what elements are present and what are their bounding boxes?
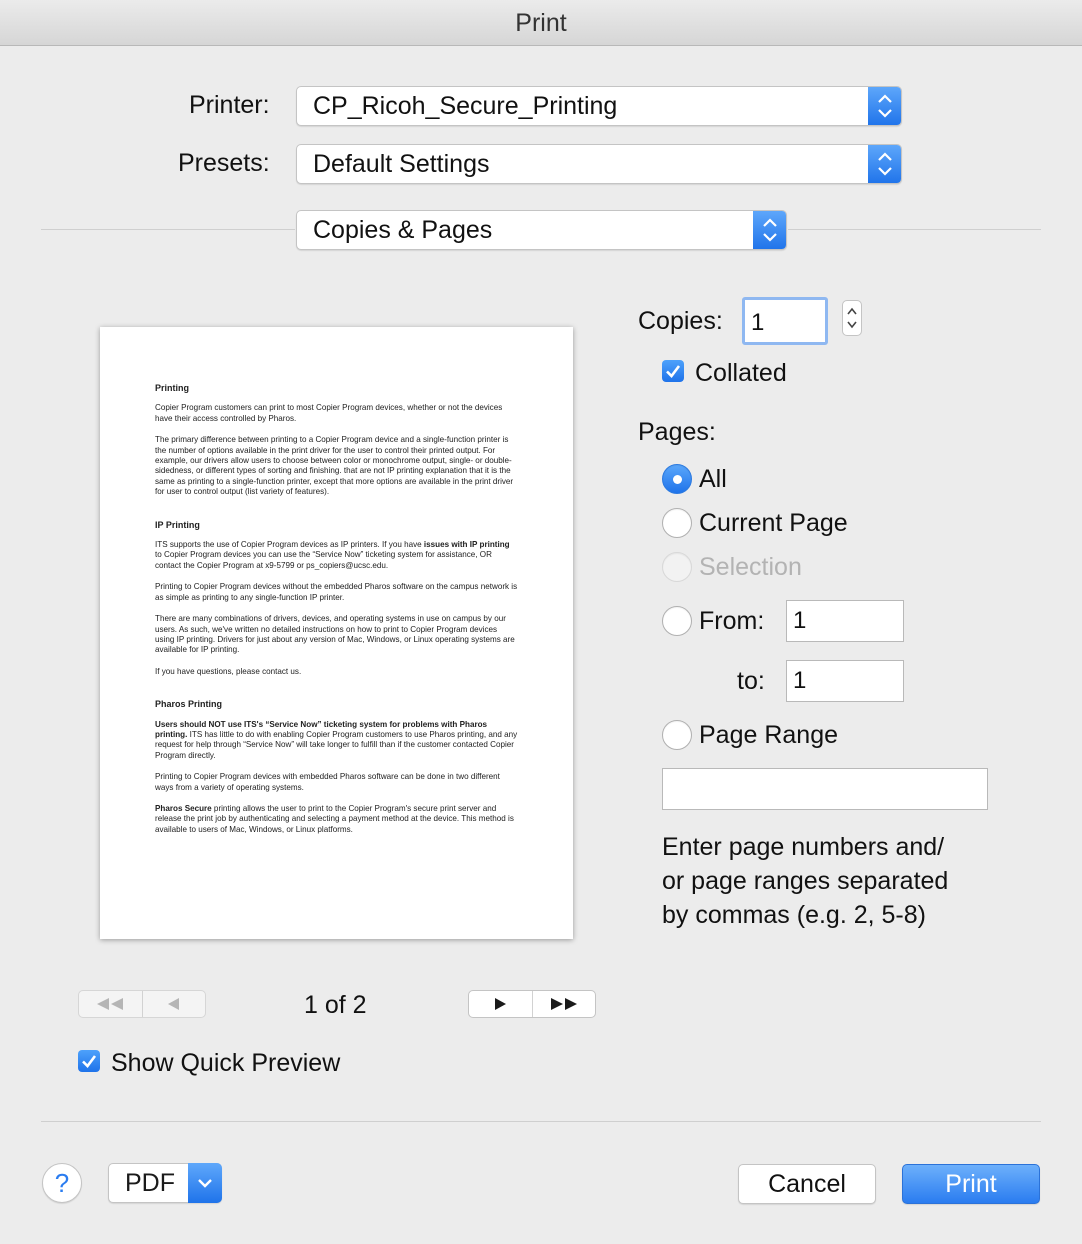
printer-label: Printer: (189, 91, 270, 119)
previous-page-icon (141, 991, 206, 1017)
help-icon: ? (54, 1168, 70, 1198)
separator (41, 1121, 1041, 1122)
show-quick-preview-label: Show Quick Preview (111, 1049, 341, 1077)
pages-from-radio[interactable] (662, 606, 692, 636)
page-range-hint: Enter page numbers and/ or page ranges s… (662, 830, 948, 932)
pages-label: Pages: (638, 418, 716, 446)
doc-paragraph: Users should NOT use ITS's “Service Now”… (155, 719, 518, 760)
pages-all-radio[interactable] (662, 464, 692, 494)
doc-heading: Pharos Printing (155, 699, 223, 710)
presets-popup[interactable]: Default Settings (296, 144, 902, 184)
pages-to-label: to: (737, 667, 765, 695)
pages-to-field[interactable]: 1 (786, 660, 904, 702)
collated-checkbox[interactable] (662, 360, 684, 382)
printer-value: CP_Ricoh_Secure_Printing (313, 92, 618, 120)
copies-stepper[interactable] (842, 300, 862, 336)
show-quick-preview-checkbox[interactable] (78, 1050, 100, 1072)
stepper-arrows-icon (753, 211, 786, 249)
pages-page-range-radio[interactable] (662, 720, 692, 750)
separator (41, 229, 295, 230)
doc-paragraph: Copier Program customers can print to mo… (155, 403, 503, 423)
collated-label: Collated (695, 359, 787, 387)
last-page-icon[interactable] (531, 991, 596, 1017)
separator (788, 229, 1041, 230)
doc-paragraph: There are many combinations of drivers, … (155, 614, 515, 655)
doc-paragraph: Pharos Secure printing allows the user t… (155, 803, 514, 834)
presets-value: Default Settings (313, 150, 490, 178)
chevron-down-icon (188, 1163, 222, 1203)
hint-line: Enter page numbers and/ (662, 833, 945, 861)
pages-from-field[interactable]: 1 (786, 600, 904, 642)
pages-page-range-label: Page Range (699, 721, 839, 749)
pages-selection-label: Selection (699, 553, 802, 581)
doc-paragraph: Printing to Copier Program devices with … (155, 772, 500, 792)
copies-field[interactable]: 1 (742, 297, 828, 345)
doc-heading: IP Printing (155, 519, 200, 530)
doc-paragraph: ITS supports the use of Copier Program d… (155, 540, 510, 570)
pages-all-label: All (699, 465, 727, 493)
panel-value: Copies & Pages (313, 216, 493, 244)
hint-line: by commas (e.g. 2, 5-8) (662, 901, 926, 929)
pdf-menu-button[interactable]: PDF (108, 1163, 222, 1203)
stepper-arrows-icon (868, 145, 901, 183)
first-page-icon (79, 991, 142, 1017)
doc-heading: Printing (155, 383, 189, 393)
hint-line: or page ranges separated (662, 867, 949, 895)
page-nav-forward[interactable] (468, 990, 596, 1018)
stepper-arrows-icon (847, 307, 857, 329)
help-button[interactable]: ? (42, 1163, 82, 1203)
pages-selection-radio (662, 552, 692, 582)
printer-popup[interactable]: CP_Ricoh_Secure_Printing (296, 86, 902, 126)
pages-from-label: From: (699, 607, 765, 635)
pages-current-page-label: Current Page (699, 509, 848, 537)
stepper-arrows-icon (868, 87, 901, 125)
pdf-label: PDF (125, 1169, 175, 1197)
page-preview: Printing Copier Program customers can pr… (100, 327, 573, 939)
cancel-button[interactable]: Cancel (738, 1164, 876, 1204)
pages-current-page-radio[interactable] (662, 508, 692, 538)
page-indicator: 1 of 2 (304, 991, 367, 1019)
panel-popup[interactable]: Copies & Pages (296, 210, 787, 250)
page-nav-back (78, 990, 206, 1018)
window-title: Print (0, 0, 1082, 46)
presets-label: Presets: (178, 149, 270, 177)
copies-label: Copies: (638, 307, 723, 335)
doc-paragraph: The primary difference between printing … (155, 435, 514, 497)
next-page-icon[interactable] (469, 991, 532, 1017)
page-range-field[interactable] (662, 768, 988, 810)
print-button[interactable]: Print (902, 1164, 1040, 1204)
doc-paragraph: Printing to Copier Program devices witho… (155, 582, 518, 602)
checkmark-icon (82, 1055, 97, 1068)
doc-paragraph: If you have questions, please contact us… (155, 666, 302, 676)
checkmark-icon (666, 365, 681, 378)
